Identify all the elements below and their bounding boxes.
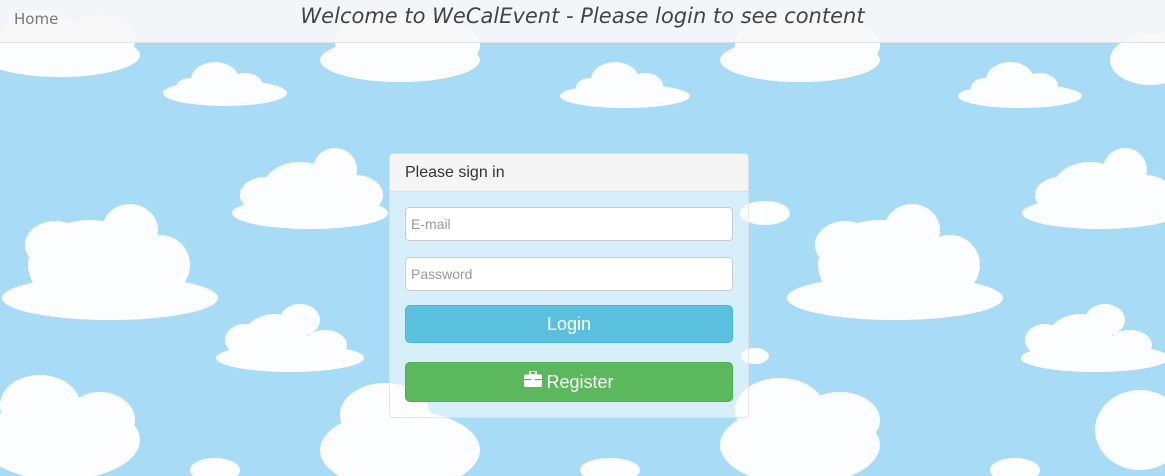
login-panel: Please sign in Login Register bbox=[389, 153, 749, 418]
login-button-label: Login bbox=[546, 314, 592, 334]
briefcase-icon bbox=[524, 362, 543, 400]
password-field[interactable] bbox=[405, 257, 733, 291]
login-panel-heading: Please sign in bbox=[390, 154, 748, 192]
page-title: Welcome to WeCalEvent - Please login to … bbox=[300, 4, 865, 28]
register-button[interactable]: Register bbox=[405, 362, 733, 402]
email-field[interactable] bbox=[405, 207, 733, 241]
login-button[interactable]: Login bbox=[405, 305, 733, 343]
login-panel-title: Please sign in bbox=[405, 164, 505, 181]
register-button-label: Register bbox=[546, 372, 614, 392]
top-navbar: Home Welcome to WeCalEvent - Please logi… bbox=[0, 0, 1165, 43]
